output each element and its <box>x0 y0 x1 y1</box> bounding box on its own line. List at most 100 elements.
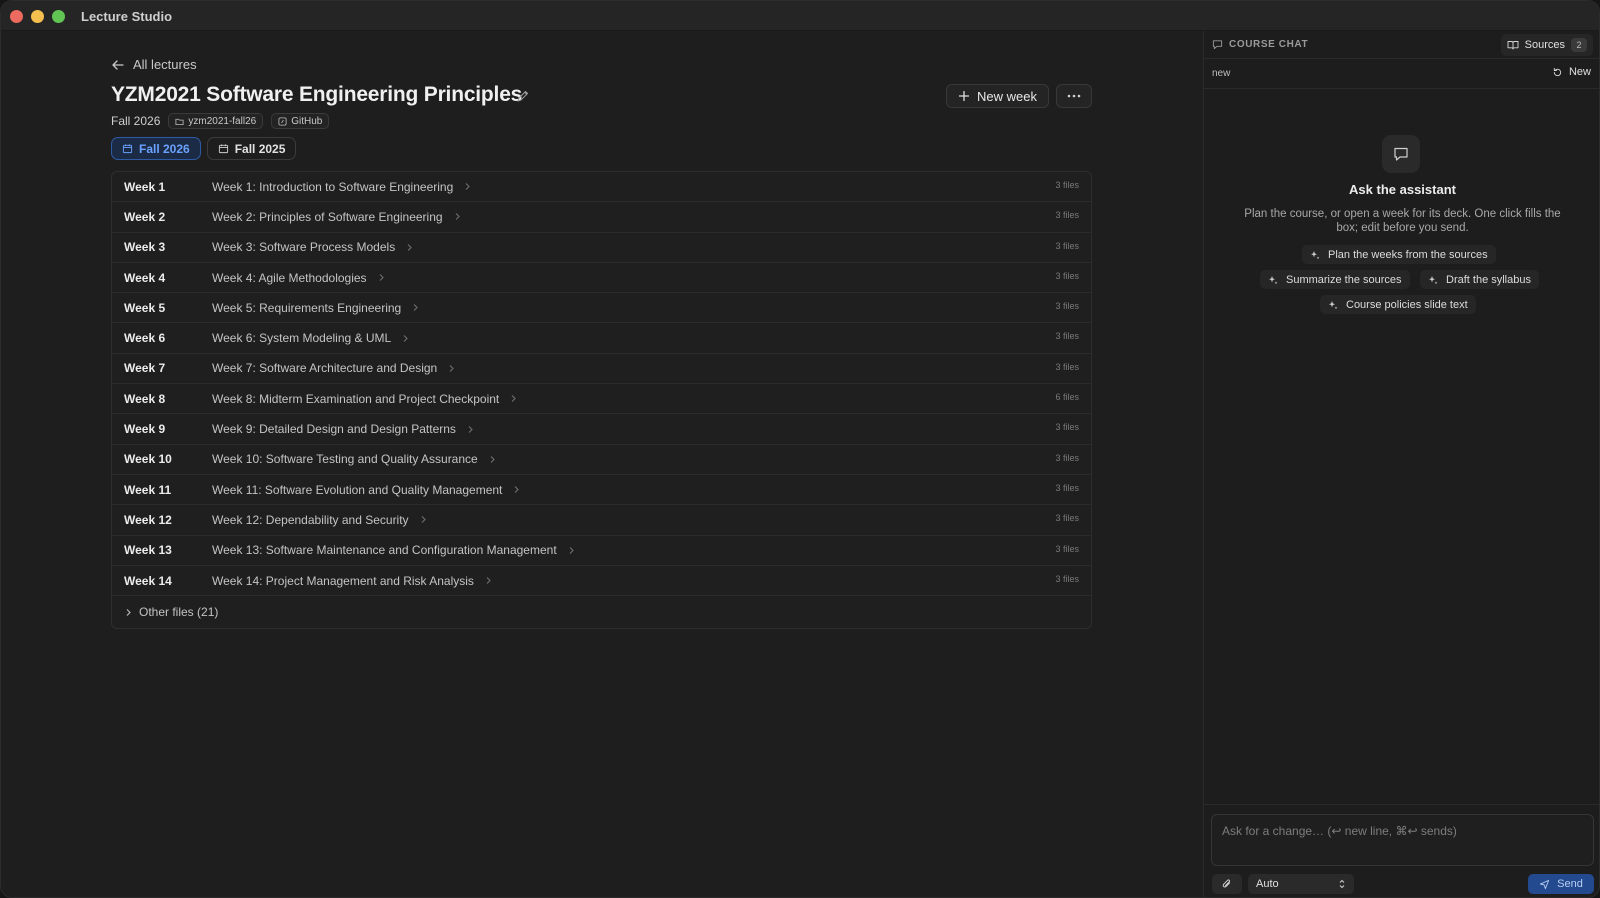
suggestion-draft-syllabus[interactable]: Draft the syllabus <box>1420 270 1539 289</box>
chevron-right-icon <box>413 304 418 312</box>
week-number: Week 10 <box>124 452 172 467</box>
week-title-text: Week 5: Requirements Engineering <box>212 300 402 315</box>
minimize-window-button[interactable] <box>31 10 44 23</box>
send-button[interactable]: Send <box>1528 874 1594 894</box>
week-title: Week 12: Dependability and Security <box>212 513 428 527</box>
app-title: Lecture Studio <box>81 9 173 24</box>
refresh-icon <box>1553 67 1562 76</box>
week-title: Week 10: Software Testing and Quality As… <box>212 452 497 466</box>
suggestion-plan-weeks[interactable]: Plan the weeks from the sources <box>1302 245 1496 264</box>
other-files-toggle[interactable]: Other files (21) <box>112 596 1091 628</box>
pencil-icon[interactable] <box>516 89 530 103</box>
send-label: Send <box>1557 878 1583 890</box>
chevron-right-icon <box>569 546 574 554</box>
week-file-count: 3 files <box>1055 301 1079 312</box>
sparkle-icon <box>1311 250 1320 259</box>
week-file-count: 3 files <box>1055 422 1079 433</box>
week-title-text: Week 14: Project Management and Risk Ana… <box>212 573 474 588</box>
week-number: Week 6 <box>124 331 166 346</box>
week-title: Week 6: System Modeling & UML <box>212 331 410 345</box>
chevron-right-icon <box>407 243 412 251</box>
arrow-left-icon <box>112 59 124 70</box>
term-tab-fall-2026[interactable]: Fall 2026 <box>111 137 201 160</box>
week-number: Week 8 <box>124 391 166 406</box>
calendar-icon <box>218 144 228 154</box>
week-row[interactable]: Week 8 Week 8: Midterm Examination and Pr… <box>112 384 1091 415</box>
week-title-text: Week 2: Principles of Software Engineeri… <box>212 209 443 224</box>
week-row[interactable]: Week 10 Week 10: Software Testing and Qua… <box>112 445 1091 475</box>
new-week-label: New week <box>977 88 1037 104</box>
github-chip[interactable]: GitHub <box>271 113 330 129</box>
close-window-button[interactable] <box>10 10 23 23</box>
course-term: Fall 2026 <box>111 114 161 128</box>
term-tab-fall-2025[interactable]: Fall 2025 <box>206 137 297 160</box>
chat-session-bar: new New <box>1204 59 1599 89</box>
week-title: Week 2: Principles of Software Engineeri… <box>212 210 462 224</box>
week-file-count: 3 files <box>1055 180 1079 190</box>
paperclip-icon <box>1222 879 1231 888</box>
week-file-count: 3 files <box>1055 270 1079 281</box>
chevron-right-icon <box>379 274 384 281</box>
new-chat-button[interactable]: New <box>1552 66 1591 78</box>
week-number: Week 5 <box>124 300 166 315</box>
composer-divider <box>1204 804 1599 805</box>
week-row[interactable]: Week 1 Week 1: Introduction to Software E… <box>112 172 1091 203</box>
chat-header: COURSE CHAT Sources 2 <box>1204 31 1599 59</box>
github-icon <box>278 116 287 126</box>
week-row[interactable]: Week 11 Week 11: Software Evolution and Q… <box>112 475 1091 506</box>
week-row[interactable]: Week 5 Week 5: Requirements Engineering 3 … <box>112 293 1091 324</box>
week-row[interactable]: Week 12 Week 12: Dependability and Securi… <box>112 505 1091 536</box>
zoom-window-button[interactable] <box>52 10 65 23</box>
term-tab-label: Fall 2026 <box>139 141 190 156</box>
suggestion-label: Draft the syllabus <box>1446 273 1531 286</box>
model-select[interactable]: Auto <box>1248 874 1354 894</box>
week-number: Week 4 <box>124 270 166 285</box>
send-icon <box>1540 879 1550 889</box>
new-week-button[interactable]: New week <box>946 84 1049 108</box>
week-number: Week 9 <box>124 422 166 437</box>
session-name[interactable]: new <box>1212 68 1230 79</box>
course-meta: Fall 2026 yzm2021-fall26 GitHub <box>111 113 330 129</box>
week-title: Week 4: Agile Methodologies <box>212 271 386 285</box>
week-row[interactable]: Week 4 Week 4: Agile Methodologies 3 files <box>112 263 1091 294</box>
week-file-count: 3 files <box>1055 240 1079 251</box>
suggestion-summarize-sources[interactable]: Summarize the sources <box>1260 270 1410 289</box>
week-number: Week 12 <box>124 512 172 527</box>
calendar-icon <box>122 144 133 154</box>
week-row[interactable]: Week 6 Week 6: System Modeling & UML 3 fil… <box>112 323 1091 354</box>
chat-input[interactable]: Ask for a change… (↩ new line, ⌘↩ sends) <box>1211 814 1594 866</box>
week-row[interactable]: Week 13 Week 13: Software Maintenance and… <box>112 536 1091 566</box>
chat-bubble-icon <box>1394 147 1408 161</box>
more-options-button[interactable] <box>1056 84 1092 108</box>
weeks-list: Week 1 Week 1: Introduction to Software E… <box>111 171 1092 630</box>
week-row[interactable]: Week 3 Week 3: Software Process Models 3 f… <box>112 233 1091 263</box>
week-title: Week 3: Software Process Models <box>212 240 414 254</box>
week-file-count: 3 files <box>1055 482 1079 493</box>
suggestion-label: Plan the weeks from the sources <box>1328 248 1488 261</box>
week-title-text: Week 12: Dependability and Security <box>212 512 409 527</box>
chevron-right-icon <box>515 486 520 493</box>
back-to-all-lectures-link[interactable]: All lectures <box>111 57 197 72</box>
suggestion-course-policies[interactable]: Course policies slide text <box>1320 295 1476 314</box>
week-row[interactable]: Week 14 Week 14: Project Management and R… <box>112 566 1091 597</box>
week-number: Week 3 <box>124 240 166 255</box>
chevron-right-icon <box>465 183 471 191</box>
chevron-right-icon <box>511 395 517 403</box>
week-row[interactable]: Week 2 Week 2: Principles of Software Eng… <box>112 202 1091 233</box>
other-files-label: Other files (21) <box>139 605 219 620</box>
week-number: Week 11 <box>124 482 172 497</box>
sources-button[interactable]: Sources 2 <box>1500 34 1593 56</box>
folder-icon <box>175 118 184 125</box>
week-row[interactable]: Week 7 Week 7: Software Architecture and … <box>112 354 1091 385</box>
plus-icon <box>958 90 970 102</box>
week-row[interactable]: Week 9 Week 9: Detailed Design and Design… <box>112 414 1091 445</box>
ask-assistant-description: Plan the course, or open a week for its … <box>1244 208 1561 234</box>
week-title-text: Week 10: Software Testing and Quality As… <box>212 452 478 467</box>
book-icon <box>1507 41 1519 50</box>
chevron-right-icon <box>490 455 495 463</box>
chevron-right-icon <box>486 577 491 584</box>
attach-button[interactable] <box>1212 874 1242 894</box>
sources-label: Sources <box>1524 39 1565 51</box>
slug-chip[interactable]: yzm2021-fall26 <box>168 113 264 129</box>
week-number: Week 2 <box>124 209 166 224</box>
